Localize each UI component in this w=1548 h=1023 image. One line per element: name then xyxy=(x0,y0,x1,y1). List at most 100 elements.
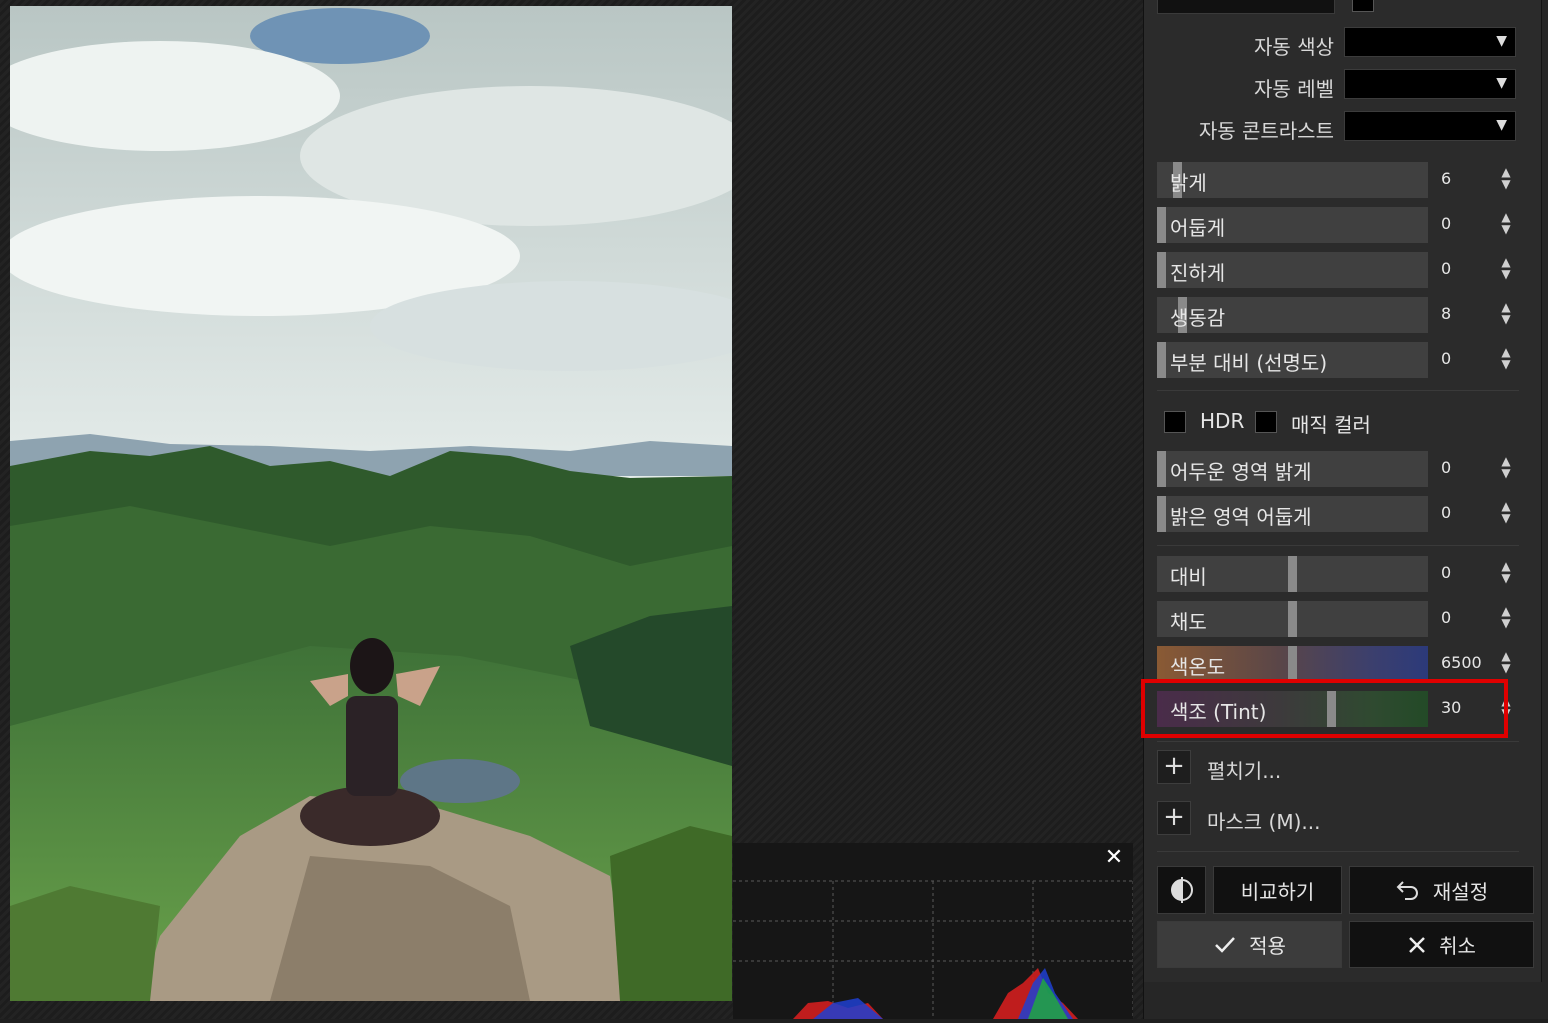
spinner-icon[interactable]: ▲ ▼ xyxy=(1499,560,1513,586)
divider xyxy=(1157,545,1519,546)
slider-track[interactable]: 생동감 xyxy=(1157,297,1428,333)
slider-vibrance: 생동감 8 ▲ ▼ xyxy=(1157,297,1519,333)
close-icon xyxy=(1409,936,1425,953)
adjust-panel-body: 자동 색상 ▼ 자동 레벨 ▼ 자동 콘트라스트 ▼ 밝게 6 ▲ ▼ 어둡게 0… xyxy=(1144,0,1542,982)
slider-value[interactable]: 0 xyxy=(1441,608,1451,627)
apply-label: 적용 xyxy=(1249,934,1286,958)
slider-shadows: 어두운 영역 밝게 0 ▲ ▼ xyxy=(1157,451,1519,487)
chevron-down-icon: ▼ xyxy=(1496,117,1507,133)
hdr-checkbox[interactable] xyxy=(1164,411,1186,433)
spinner-icon[interactable]: ▲ ▼ xyxy=(1499,166,1513,192)
auto-color-select[interactable]: ▼ xyxy=(1344,27,1516,57)
slider-value[interactable]: 0 xyxy=(1441,458,1451,477)
slider-brighten: 밝게 6 ▲ ▼ xyxy=(1157,162,1519,198)
magic-color-checkbox[interactable] xyxy=(1255,411,1277,433)
slider-track[interactable]: 색조 (Tint) xyxy=(1157,691,1428,727)
slider-thumb[interactable] xyxy=(1288,646,1297,682)
spinner-icon[interactable]: ▲ ▼ xyxy=(1499,455,1513,481)
slider-highlights: 밝은 영역 어둡게 0 ▲ ▼ xyxy=(1157,496,1519,532)
slider-thumb[interactable] xyxy=(1288,556,1297,592)
slider-label: 밝게 xyxy=(1170,171,1207,195)
slider-thumb[interactable] xyxy=(1157,342,1166,378)
slider-track[interactable]: 밝게 xyxy=(1157,162,1428,198)
compare-icon xyxy=(1170,877,1193,903)
mask-plus-icon[interactable]: + xyxy=(1157,801,1191,835)
auto-contrast-row: 자동 콘트라스트 ▼ xyxy=(1144,111,1544,143)
expand-link[interactable]: 펼치기... xyxy=(1207,755,1281,784)
preset-select[interactable] xyxy=(1157,0,1335,14)
spinner-icon[interactable]: ▲ ▼ xyxy=(1499,301,1513,327)
auto-contrast-select[interactable]: ▼ xyxy=(1344,111,1516,141)
auto-level-row: 자동 레벨 ▼ xyxy=(1144,69,1544,101)
slider-track[interactable]: 밝은 영역 어둡게 xyxy=(1157,496,1428,532)
slider-value[interactable]: 0 xyxy=(1441,563,1451,582)
spinner-icon[interactable]: ▲ ▼ xyxy=(1499,605,1513,631)
divider xyxy=(1157,390,1519,391)
slider-track[interactable]: 채도 xyxy=(1157,601,1428,637)
preset-checkbox[interactable] xyxy=(1352,0,1374,12)
slider-value[interactable]: 6 xyxy=(1441,169,1451,188)
slider-label: 대비 xyxy=(1170,565,1207,589)
slider-value[interactable]: 0 xyxy=(1441,259,1451,278)
slider-track[interactable]: 대비 xyxy=(1157,556,1428,592)
spinner-icon[interactable]: ▲ ▼ xyxy=(1499,650,1513,676)
chevron-down-icon: ▼ xyxy=(1496,33,1507,49)
cancel-button[interactable]: 취소 xyxy=(1349,921,1534,968)
slider-clarity: 부분 대비 (선명도) 0 ▲ ▼ xyxy=(1157,342,1519,378)
slider-thumb[interactable] xyxy=(1327,691,1336,727)
reset-button[interactable]: 재설정 xyxy=(1349,866,1534,914)
slider-thumb[interactable] xyxy=(1157,451,1166,487)
auto-level-label: 자동 레벨 xyxy=(1254,77,1334,101)
slider-label: 부분 대비 (선명도) xyxy=(1170,351,1328,375)
apply-button[interactable]: 적용 xyxy=(1157,921,1342,968)
spinner-icon[interactable]: ▲ ▼ xyxy=(1499,346,1513,372)
slider-label: 밝은 영역 어둡게 xyxy=(1170,505,1312,529)
slider-darken: 어둡게 0 ▲ ▼ xyxy=(1157,207,1519,243)
slider-thumb[interactable] xyxy=(1157,496,1166,532)
check-icon xyxy=(1215,936,1236,953)
slider-thumb[interactable] xyxy=(1288,601,1297,637)
slider-label: 색조 (Tint) xyxy=(1170,700,1267,724)
close-icon[interactable]: ✕ xyxy=(1103,847,1125,869)
slider-thumb[interactable] xyxy=(1157,252,1166,288)
undo-icon xyxy=(1396,881,1418,900)
chevron-down-icon: ▼ xyxy=(1496,75,1507,91)
photo-preview[interactable] xyxy=(10,6,732,1001)
slider-track[interactable]: 어두운 영역 밝게 xyxy=(1157,451,1428,487)
slider-label: 색온도 xyxy=(1170,655,1226,679)
slider-value[interactable]: 30 xyxy=(1441,698,1461,717)
hdr-label: HDR xyxy=(1200,409,1245,433)
expand-plus-icon[interactable]: + xyxy=(1157,750,1191,784)
canvas-area: ✕ xyxy=(0,0,1143,1019)
slider-value[interactable]: 0 xyxy=(1441,214,1451,233)
slider-deepen: 진하게 0 ▲ ▼ xyxy=(1157,252,1519,288)
slider-track[interactable]: 색온도 xyxy=(1157,646,1428,682)
slider-track[interactable]: 어둡게 xyxy=(1157,207,1428,243)
mask-link[interactable]: 마스크 (M)... xyxy=(1207,806,1321,835)
spinner-icon[interactable]: ▲ ▼ xyxy=(1499,256,1513,282)
cancel-label: 취소 xyxy=(1439,934,1476,958)
spinner-icon[interactable]: ▲ ▼ xyxy=(1499,211,1513,237)
reset-label: 재설정 xyxy=(1432,879,1489,904)
compare-button[interactable]: 비교하기 xyxy=(1213,866,1342,914)
slider-track[interactable]: 진하게 xyxy=(1157,252,1428,288)
slider-label: 생동감 xyxy=(1170,306,1226,330)
slider-thumb[interactable] xyxy=(1157,207,1166,243)
auto-contrast-label: 자동 콘트라스트 xyxy=(1198,119,1334,143)
slider-value[interactable]: 6500 xyxy=(1441,653,1482,672)
compare-toggle-button[interactable] xyxy=(1157,866,1206,914)
divider xyxy=(1157,741,1519,742)
slider-value[interactable]: 0 xyxy=(1441,349,1451,368)
slider-label: 어두운 영역 밝게 xyxy=(1170,460,1312,484)
divider xyxy=(1157,851,1519,852)
slider-value[interactable]: 8 xyxy=(1441,304,1451,323)
spinner-icon[interactable]: ▲ ▼ xyxy=(1499,500,1513,526)
slider-track[interactable]: 부분 대비 (선명도) xyxy=(1157,342,1428,378)
auto-color-row: 자동 색상 ▼ xyxy=(1144,27,1544,59)
auto-level-select[interactable]: ▼ xyxy=(1344,69,1516,99)
spinner-icon[interactable]: ▲ ▼ xyxy=(1499,695,1513,721)
auto-color-label: 자동 색상 xyxy=(1254,35,1334,59)
slider-tint: 색조 (Tint) 30 ▲ ▼ xyxy=(1157,691,1519,727)
slider-value[interactable]: 0 xyxy=(1441,503,1451,522)
slider-saturation: 채도 0 ▲ ▼ xyxy=(1157,601,1519,637)
